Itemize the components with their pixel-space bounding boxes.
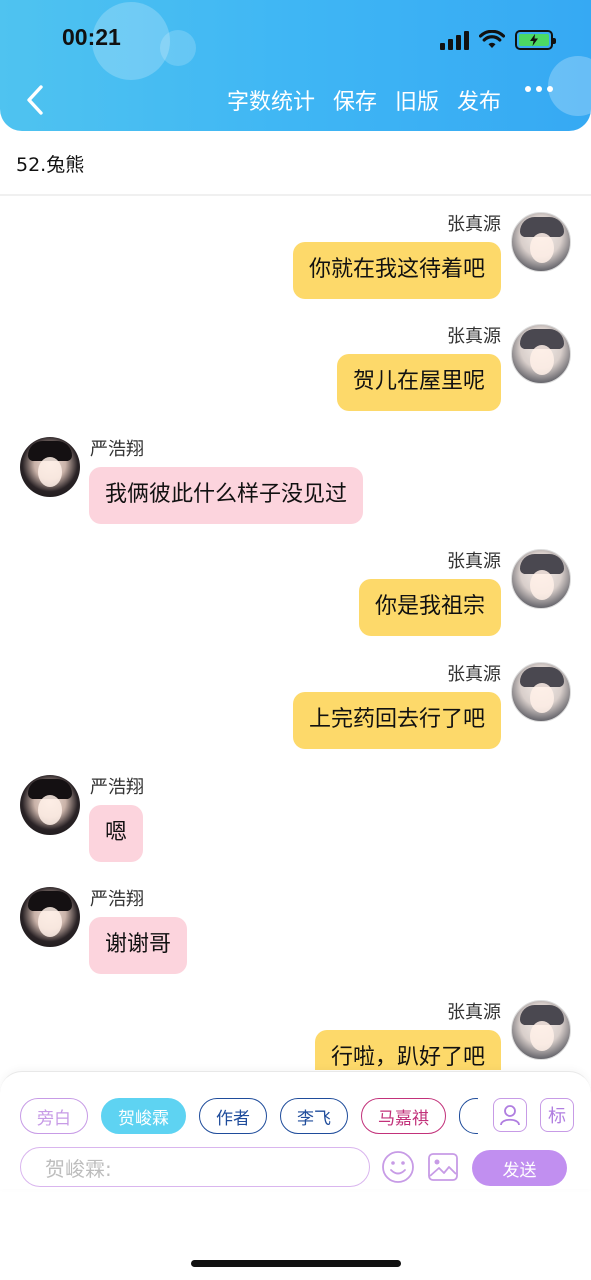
sender-name: 张真源: [447, 214, 501, 235]
image-icon[interactable]: [426, 1150, 460, 1184]
sender-name: 张真源: [447, 551, 501, 572]
character-manage-icon[interactable]: [493, 1098, 527, 1132]
cellular-signal-icon: [440, 30, 469, 50]
send-button[interactable]: 发送: [472, 1150, 567, 1186]
role-selector: 旁白 贺峻霖 作者 李飞 马嘉祺: [20, 1098, 478, 1134]
message-bubble[interactable]: 嗯: [89, 805, 144, 862]
battery-icon: [515, 30, 556, 50]
avatar[interactable]: [511, 212, 571, 272]
back-button[interactable]: [20, 80, 50, 120]
role-chip[interactable]: [459, 1098, 478, 1134]
message-bubble[interactable]: 你就在我这待着吧: [292, 242, 501, 299]
wifi-icon: [479, 30, 505, 48]
role-chip[interactable]: 旁白: [20, 1098, 88, 1134]
word-count-button[interactable]: 字数统计: [227, 84, 315, 116]
chevron-left-icon: [27, 85, 43, 115]
divider: [0, 194, 591, 196]
status-time: 00:21: [62, 24, 121, 50]
avatar[interactable]: [20, 437, 80, 497]
message-bubble[interactable]: 上完药回去行了吧: [292, 692, 501, 749]
role-chip[interactable]: 作者: [199, 1098, 267, 1134]
message-bubble[interactable]: 行啦，趴好了吧: [314, 1030, 501, 1070]
message-input[interactable]: 贺峻霖:: [20, 1147, 370, 1187]
publish-button[interactable]: 发布: [457, 84, 501, 116]
decorative-bubble: [548, 56, 591, 116]
decorative-bubble: [160, 30, 196, 66]
message-bubble[interactable]: 谢谢哥: [89, 917, 188, 974]
status-icons: [440, 28, 556, 52]
avatar[interactable]: [511, 662, 571, 722]
sender-name: 严浩翔: [90, 777, 144, 798]
avatar[interactable]: [511, 1000, 571, 1060]
header-actions: 字数统计 保存 旧版 发布: [227, 84, 501, 116]
sender-name: 张真源: [447, 1002, 501, 1023]
sender-name: 严浩翔: [90, 889, 144, 910]
tag-icon[interactable]: 标: [540, 1098, 574, 1132]
avatar[interactable]: [20, 887, 80, 947]
chat-list[interactable]: 张真源 你就在我这待着吧 张真源 贺儿在屋里呢 严浩翔 我俩彼此什么样子没见过 …: [0, 198, 591, 1070]
sender-name: 张真源: [447, 664, 501, 685]
sender-name: 张真源: [447, 326, 501, 347]
role-chip[interactable]: 李飞: [280, 1098, 348, 1134]
home-indicator: [191, 1260, 401, 1267]
old-version-button[interactable]: 旧版: [395, 84, 439, 116]
save-button[interactable]: 保存: [333, 84, 377, 116]
composer-panel: 旁白 贺峻霖 作者 李飞 马嘉祺 标 贺峻霖: 发送: [0, 1071, 591, 1189]
more-menu-icon[interactable]: [525, 86, 553, 92]
avatar[interactable]: [511, 324, 571, 384]
app-header: 00:21 字数统计 保存 旧版 发布: [0, 0, 591, 131]
message-bubble[interactable]: 我俩彼此什么样子没见过: [89, 467, 364, 524]
avatar[interactable]: [511, 549, 571, 609]
message-bubble[interactable]: 你是我祖宗: [358, 579, 501, 636]
avatar[interactable]: [20, 775, 80, 835]
role-chip[interactable]: 贺峻霖: [101, 1098, 186, 1134]
role-chip[interactable]: 马嘉祺: [361, 1098, 446, 1134]
emoji-icon[interactable]: [381, 1150, 415, 1184]
sender-name: 严浩翔: [90, 439, 144, 460]
message-bubble[interactable]: 贺儿在屋里呢: [336, 354, 501, 411]
chapter-title[interactable]: 52.兔熊: [16, 150, 84, 177]
